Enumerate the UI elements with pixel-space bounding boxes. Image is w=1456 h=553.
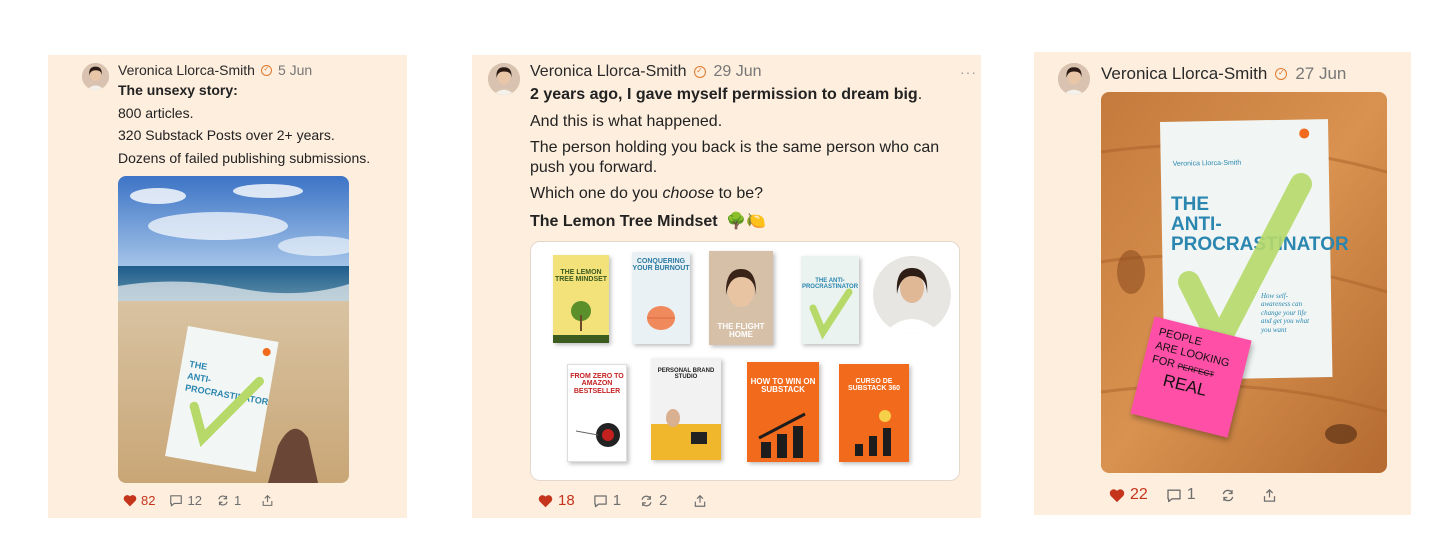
book-cover: FROM ZERO TO AMAZON BESTSELLER	[567, 364, 627, 462]
author-name[interactable]: Veronica Llorca-Smith	[530, 63, 687, 81]
restack-icon	[641, 495, 652, 506]
post-date[interactable]: 5 Jun	[278, 62, 312, 78]
post-actions: 22 1	[1109, 486, 1277, 504]
comment-count: 1	[1186, 486, 1196, 503]
post-headline: 2 years ago, I gave myself permission to…	[530, 86, 923, 103]
book-subtitle: How self-awareness can change your life …	[1261, 292, 1310, 334]
post-date[interactable]: 29 Jun	[714, 63, 762, 81]
avatar[interactable]	[1058, 63, 1090, 95]
post-text-line: push you forward.	[530, 159, 658, 176]
book-cover: THE ANTI-PROCRASTINATOR	[801, 256, 859, 344]
more-icon[interactable]: ···	[960, 64, 977, 80]
post-image-book-note[interactable]: Veronica Llorca-Smith THE ANTI- PROCRAST…	[1101, 92, 1387, 473]
restack-count: 2	[659, 492, 668, 509]
heart-icon	[123, 495, 137, 507]
post-header: Veronica Llorca-Smith ✓ 27 Jun	[1101, 64, 1346, 84]
comment-count: 1	[612, 492, 622, 509]
post-actions: 82 12 1	[123, 493, 274, 508]
post-text-line: The unsexy story:	[118, 82, 238, 98]
tree-lemon-emoji: 🌳🍋	[726, 213, 766, 230]
book-cover: THE LEMON TREE MINDSET	[553, 255, 609, 343]
share-button[interactable]	[1262, 488, 1277, 503]
book-cover: CONQUERING YOUR BURNOUT	[632, 252, 690, 344]
like-button[interactable]: 18	[538, 492, 575, 509]
author-photo	[873, 256, 951, 334]
post-card-2: Veronica Llorca-Smith ✓ 29 Jun ··· 2 yea…	[472, 55, 981, 518]
restack-button[interactable]	[1220, 488, 1236, 503]
book-cover: CURSO DE SUBSTACK 360	[839, 364, 909, 462]
share-button[interactable]	[261, 494, 274, 507]
comment-button[interactable]: 12	[169, 493, 202, 508]
avatar[interactable]	[488, 63, 520, 95]
post-actions: 18 1 2	[538, 492, 707, 509]
author-name[interactable]: Veronica Llorca-Smith	[1101, 64, 1267, 84]
post-text-line: The Lemon Tree Mindset 🌳🍋	[530, 213, 766, 230]
post-date[interactable]: 27 Jun	[1295, 64, 1346, 84]
post-text-line: And this is what happened.	[530, 113, 723, 130]
comment-button[interactable]: 1	[1166, 486, 1196, 504]
post-header: Veronica Llorca-Smith ✓ 5 Jun	[118, 62, 312, 78]
books-collage-image[interactable]: THE LEMON TREE MINDSET CONQUERING YOUR B…	[530, 241, 960, 481]
comment-icon	[170, 495, 183, 507]
share-icon	[262, 494, 273, 506]
comment-button[interactable]: 1	[593, 492, 621, 509]
book-cover: HOW TO WIN ON SUBSTACK	[747, 362, 819, 462]
comment-icon	[593, 494, 607, 507]
post-card-1: Veronica Llorca-Smith ✓ 5 Jun The unsexy…	[48, 55, 407, 518]
post-text-line: Dozens of failed publishing submissions.	[118, 150, 371, 166]
post-image-beach-book[interactable]: THE ANTI- PROCRASTINATOR	[118, 176, 349, 483]
restack-icon	[218, 495, 228, 506]
verified-icon: ✓	[260, 64, 272, 76]
like-count: 22	[1130, 486, 1148, 503]
like-button[interactable]: 22	[1109, 486, 1148, 504]
like-button[interactable]: 82	[123, 493, 155, 508]
post-text-line: 320 Substack Posts over 2+ years.	[118, 127, 335, 143]
restack-button[interactable]: 1	[216, 493, 241, 508]
heart-icon	[538, 494, 553, 507]
avatar[interactable]	[82, 63, 109, 90]
post-card-3: Veronica Llorca-Smith ✓ 27 Jun Veronica …	[1034, 52, 1411, 515]
comment-icon	[1167, 489, 1181, 502]
restack-count: 1	[233, 493, 242, 508]
like-count: 82	[141, 493, 156, 508]
book-cover: PERSONAL BRAND STUDIO	[651, 358, 721, 460]
post-header: Veronica Llorca-Smith ✓ 29 Jun	[530, 63, 762, 81]
post-text-line: The person holding you back is the same …	[530, 139, 940, 156]
comment-count: 12	[187, 493, 202, 508]
post-text-line: Which one do you choose to be?	[530, 185, 764, 202]
beach-photo: THE ANTI- PROCRASTINATOR	[118, 176, 349, 483]
verified-icon: ✓	[1275, 68, 1288, 80]
book-cover: THE FLIGHT HOME	[709, 251, 773, 345]
author-name[interactable]: Veronica Llorca-Smith	[118, 62, 255, 78]
verified-icon: ✓	[693, 66, 706, 78]
like-count: 18	[558, 492, 575, 509]
share-icon	[1263, 488, 1275, 502]
share-icon	[695, 494, 706, 507]
restack-icon	[1222, 489, 1234, 501]
heart-icon	[1109, 488, 1125, 502]
post-text-line: 800 articles.	[118, 105, 194, 121]
share-button[interactable]	[693, 494, 707, 508]
restack-button[interactable]: 2	[639, 492, 667, 509]
